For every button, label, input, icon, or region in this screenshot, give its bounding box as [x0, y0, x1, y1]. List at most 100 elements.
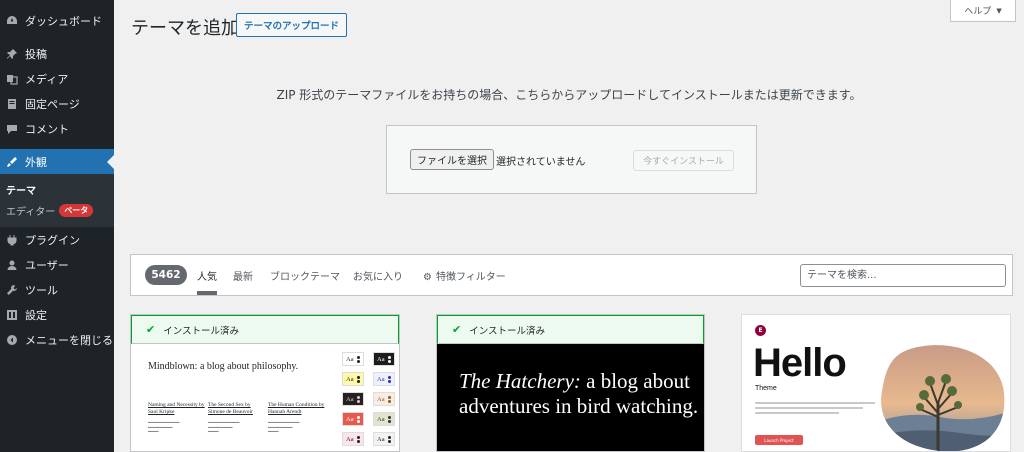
current-tab-indicator	[197, 291, 217, 295]
style-swatch: Aa	[342, 412, 364, 426]
pin-icon	[5, 47, 19, 61]
screenshot-headline: Mindblown: a blog about philosophy.	[148, 361, 299, 372]
style-swatch: Aa	[342, 372, 364, 386]
sidebar-item-label: プラグイン	[25, 233, 80, 247]
checkmark-icon: ✔	[146, 323, 156, 336]
sidebar-item-label: ダッシュボード	[25, 14, 102, 28]
tab-block-themes[interactable]: ブロックテーマ	[270, 268, 340, 283]
help-label: ヘルプ	[964, 7, 992, 17]
screenshot-cta-button: Launch Project	[755, 435, 803, 445]
sidebar-item-media[interactable]: メディア	[0, 66, 114, 91]
sidebar-item-label: 外観	[25, 155, 47, 169]
page-title: テーマを追加	[131, 18, 239, 39]
headline-italic: The Hatchery:	[459, 369, 581, 393]
sidebar-item-label: コメント	[25, 122, 69, 136]
theme-search-input[interactable]	[800, 264, 1006, 287]
cactus-landscape-image	[881, 345, 1005, 451]
choose-file-button[interactable]: ファイルを選択	[410, 149, 494, 170]
book-column: The Human Condition by Hannah Arendt ▬▬▬…	[268, 402, 326, 434]
sidebar-item-label: ユーザー	[25, 258, 69, 272]
sidebar-item-appearance[interactable]: 外観	[0, 149, 114, 174]
style-swatch: Aa	[373, 392, 395, 406]
upload-description: ZIP 形式のテーマファイルをお持ちの場合、こちらからアップロードしてインストー…	[276, 88, 862, 102]
tab-popular[interactable]: 人気	[197, 268, 217, 283]
book-blurb-lines: ▬▬▬▬▬▬▬▬▬ ▬▬▬▬▬▬▬ ▬▬▬	[208, 420, 240, 433]
sidebar-item-plugins[interactable]: プラグイン	[0, 227, 114, 252]
style-swatch: Aa	[373, 352, 395, 366]
sidebar-item-label: メニューを閉じる	[25, 333, 113, 347]
no-file-selected-text: 選択されていません	[496, 157, 586, 168]
theme-card[interactable]: E Hello Theme Launch Project	[741, 314, 1011, 452]
screenshot-text-lines	[755, 402, 875, 417]
pages-icon	[5, 97, 19, 111]
upload-form: ファイルを選択 選択されていません 今すぐインストール	[386, 125, 757, 194]
style-swatch: Aa	[373, 432, 395, 446]
screenshot-subtitle: Theme	[755, 385, 777, 392]
plugin-icon	[5, 233, 19, 247]
submenu-item-editor[interactable]: エディター ベータ	[0, 200, 114, 221]
sidebar-item-dashboard[interactable]: ダッシュボード	[0, 8, 114, 33]
sidebar-item-label: 投稿	[25, 47, 47, 61]
sidebar-item-comments[interactable]: コメント	[0, 116, 114, 141]
theme-card[interactable]: ✔ インストール済み The Hatchery: a blog about ad…	[436, 314, 705, 452]
appearance-icon	[5, 155, 19, 169]
sidebar-item-label: ツール	[25, 283, 58, 297]
tab-favorites[interactable]: お気に入り	[353, 268, 403, 283]
submenu-item-label: テーマ	[6, 186, 36, 197]
theme-screenshot: The Hatchery: a blog about adventures in…	[437, 344, 704, 451]
book-blurb-lines: ▬▬▬▬▬▬▬▬▬ ▬▬▬▬▬▬▬ ▬▬▬	[268, 420, 300, 433]
book-column: Naming and Necessity by Saul Kripke ▬▬▬▬…	[148, 402, 206, 434]
wrench-icon	[5, 283, 19, 297]
book-title: The Human Condition by Hannah Arendt	[268, 402, 325, 415]
sidebar-item-pages[interactable]: 固定ページ	[0, 91, 114, 116]
submenu-item-themes[interactable]: テーマ	[0, 179, 114, 200]
sidebar-item-label: 設定	[25, 308, 47, 322]
sidebar-item-label: メディア	[25, 72, 69, 86]
collapse-menu-button[interactable]: メニューを閉じる	[0, 327, 114, 352]
appearance-submenu: テーマ エディター ベータ	[0, 174, 114, 227]
book-title: Naming and Necessity by Saul Kripke	[148, 402, 205, 415]
sidebar-item-settings[interactable]: 設定	[0, 302, 114, 327]
gear-icon: ⚙	[423, 272, 432, 283]
installed-label: インストール済み	[163, 325, 240, 337]
collapse-icon	[5, 333, 19, 347]
admin-sidebar: ダッシュボード 投稿 メディア 固定ページ コメント 外観 テーマ エディター …	[0, 0, 114, 452]
style-swatch: Aa	[342, 392, 364, 406]
upload-theme-button[interactable]: テーマのアップロード	[236, 13, 348, 37]
style-swatch: Aa	[342, 352, 364, 366]
help-tab-button[interactable]: ヘルプ ▼	[950, 0, 1016, 22]
book-column: The Second Sex by Simone de Beauvoir ▬▬▬…	[208, 402, 266, 434]
theme-screenshot: Mindblown: a blog about philosophy. Nami…	[131, 344, 399, 451]
feature-filter-button[interactable]: ⚙ 特徴フィルター	[423, 268, 506, 283]
screenshot-headline: The Hatchery: a blog about adventures in…	[459, 369, 699, 419]
sidebar-item-users[interactable]: ユーザー	[0, 252, 114, 277]
theme-count-badge: 5462	[145, 265, 187, 285]
dashboard-icon	[5, 14, 19, 28]
screenshot-headline: Hello	[753, 341, 847, 385]
book-blurb-lines: ▬▬▬▬▬▬▬▬▬ ▬▬▬▬▬▬▬ ▬▬▬	[148, 420, 180, 433]
feature-filter-label: 特徴フィルター	[435, 272, 506, 283]
theme-card[interactable]: ✔ インストール済み Mindblown: a blog about philo…	[130, 314, 400, 452]
sidebar-item-tools[interactable]: ツール	[0, 277, 114, 302]
style-swatch: Aa	[342, 432, 364, 446]
style-swatch: Aa	[373, 412, 395, 426]
user-icon	[5, 258, 19, 272]
media-icon	[5, 72, 19, 86]
submenu-item-label: エディター	[6, 207, 56, 218]
installed-notice: ✔ インストール済み	[131, 315, 399, 344]
comment-icon	[5, 122, 19, 136]
elementor-logo-icon: E	[755, 325, 766, 336]
settings-icon	[5, 308, 19, 322]
style-swatch: Aa	[373, 372, 395, 386]
book-title: The Second Sex by Simone de Beauvoir	[208, 402, 253, 415]
sidebar-item-label: 固定ページ	[25, 97, 80, 111]
caret-down-icon: ▼	[996, 6, 1002, 15]
install-now-button[interactable]: 今すぐインストール	[633, 150, 734, 171]
tab-latest[interactable]: 最新	[233, 268, 253, 283]
theme-filter-bar: 5462 人気 最新 ブロックテーマ お気に入り ⚙ 特徴フィルター	[130, 254, 1013, 296]
installed-notice: ✔ インストール済み	[437, 315, 704, 344]
beta-badge: ベータ	[59, 204, 94, 217]
sidebar-item-posts[interactable]: 投稿	[0, 41, 114, 66]
checkmark-icon: ✔	[452, 323, 462, 336]
installed-label: インストール済み	[469, 325, 546, 337]
